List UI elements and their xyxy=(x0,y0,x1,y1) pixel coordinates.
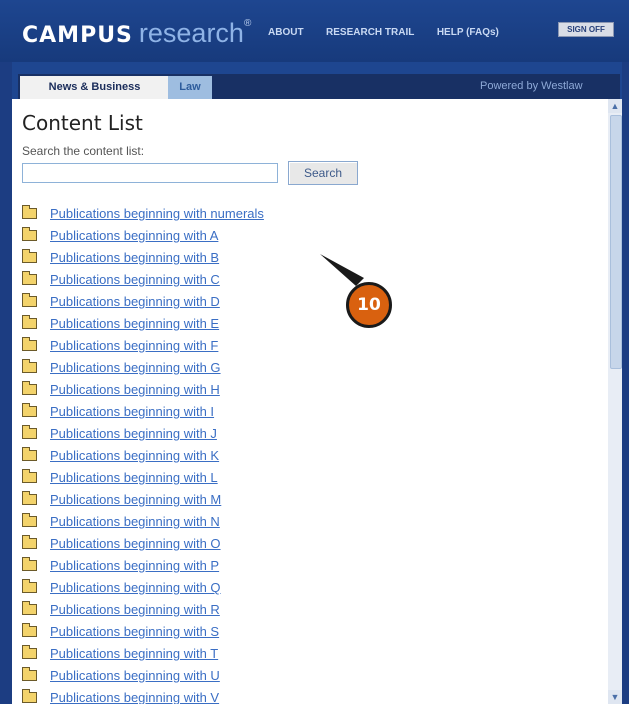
folder-icon xyxy=(22,205,37,219)
folder-icon xyxy=(22,271,37,285)
folder-icon xyxy=(22,381,37,395)
nav-research-trail[interactable]: RESEARCH TRAIL xyxy=(326,27,414,38)
scroll-down-icon[interactable]: ▼ xyxy=(608,690,622,704)
list-item[interactable]: Publications beginning with T xyxy=(22,643,264,665)
logo-brand: CAMPUS xyxy=(22,23,133,48)
list-item[interactable]: Publications beginning with J xyxy=(22,423,264,445)
right-frame-edge xyxy=(622,62,629,704)
list-item[interactable]: Publications beginning with V xyxy=(22,687,264,704)
publication-link[interactable]: Publications beginning with O xyxy=(50,536,221,551)
publication-link[interactable]: Publications beginning with U xyxy=(50,668,220,683)
list-item[interactable]: Publications beginning with B xyxy=(22,247,264,269)
folder-icon xyxy=(22,293,37,307)
list-item[interactable]: Publications beginning with P xyxy=(22,555,264,577)
logo-mark: ® xyxy=(243,18,252,29)
folder-icon xyxy=(22,447,37,461)
list-item[interactable]: Publications beginning with U xyxy=(22,665,264,687)
top-nav: ABOUT RESEARCH TRAIL HELP (FAQs) xyxy=(268,22,517,40)
list-item[interactable]: Publications beginning with M xyxy=(22,489,264,511)
content-panel: Content List Search the content list: Se… xyxy=(12,99,608,704)
site-logo[interactable]: CAMPUS research® xyxy=(22,18,251,49)
list-item[interactable]: Publications beginning with L xyxy=(22,467,264,489)
publication-link[interactable]: Publications beginning with T xyxy=(50,646,218,661)
nav-help[interactable]: HELP (FAQs) xyxy=(437,27,499,38)
publication-link[interactable]: Publications beginning with J xyxy=(50,426,217,441)
nav-about[interactable]: ABOUT xyxy=(268,27,304,38)
publication-link[interactable]: Publications beginning with D xyxy=(50,294,220,309)
list-item[interactable]: Publications beginning with S xyxy=(22,621,264,643)
folder-icon xyxy=(22,425,37,439)
folder-icon xyxy=(22,359,37,373)
publication-link[interactable]: Publications beginning with V xyxy=(50,690,219,704)
list-item[interactable]: Publications beginning with H xyxy=(22,379,264,401)
folder-icon xyxy=(22,249,37,263)
publication-list: Publications beginning with numerals Publ… xyxy=(22,203,264,704)
list-item[interactable]: Publications beginning with R xyxy=(22,599,264,621)
folder-icon xyxy=(22,601,37,615)
list-item[interactable]: Publications beginning with G xyxy=(22,357,264,379)
sign-off-button[interactable]: SIGN OFF xyxy=(558,22,614,37)
powered-by-label: Powered by Westlaw xyxy=(480,80,583,92)
folder-icon xyxy=(22,403,37,417)
folder-icon xyxy=(22,469,37,483)
publication-link[interactable]: Publications beginning with I xyxy=(50,404,214,419)
list-item[interactable]: Publications beginning with F xyxy=(22,335,264,357)
folder-icon xyxy=(22,337,37,351)
list-item[interactable]: Publications beginning with E xyxy=(22,313,264,335)
list-item[interactable]: Publications beginning with D xyxy=(22,291,264,313)
left-frame-edge xyxy=(0,62,12,704)
publication-link[interactable]: Publications beginning with C xyxy=(50,272,220,287)
publication-link[interactable]: Publications beginning with E xyxy=(50,316,219,331)
tab-bar: News & Business Law Powered by Westlaw xyxy=(0,62,629,99)
folder-icon xyxy=(22,689,37,703)
scroll-up-icon[interactable]: ▲ xyxy=(608,99,622,113)
folder-icon xyxy=(22,645,37,659)
search-input[interactable] xyxy=(22,163,278,183)
publication-link[interactable]: Publications beginning with N xyxy=(50,514,220,529)
list-item[interactable]: Publications beginning with N xyxy=(22,511,264,533)
publication-link[interactable]: Publications beginning with L xyxy=(50,470,218,485)
publication-link[interactable]: Publications beginning with M xyxy=(50,492,221,507)
folder-icon xyxy=(22,557,37,571)
publication-link[interactable]: Publications beginning with A xyxy=(50,228,218,243)
page-title: Content List xyxy=(22,111,143,135)
publication-link[interactable]: Publications beginning with B xyxy=(50,250,219,265)
folder-icon xyxy=(22,579,37,593)
list-item[interactable]: Publications beginning with O xyxy=(22,533,264,555)
publication-link[interactable]: Publications beginning with P xyxy=(50,558,219,573)
logo-suffix: research xyxy=(138,18,244,48)
list-item[interactable]: Publications beginning with A xyxy=(22,225,264,247)
folder-icon xyxy=(22,491,37,505)
publication-link[interactable]: Publications beginning with numerals xyxy=(50,206,264,221)
list-item[interactable]: Publications beginning with C xyxy=(22,269,264,291)
search-label: Search the content list: xyxy=(22,144,145,158)
publication-link[interactable]: Publications beginning with G xyxy=(50,360,221,375)
folder-icon xyxy=(22,315,37,329)
vertical-scrollbar[interactable]: ▲ ▼ xyxy=(608,99,622,704)
list-item[interactable]: Publications beginning with numerals xyxy=(22,203,264,225)
list-item[interactable]: Publications beginning with Q xyxy=(22,577,264,599)
publication-link[interactable]: Publications beginning with F xyxy=(50,338,218,353)
tab-news-business[interactable]: News & Business xyxy=(20,76,169,99)
folder-icon xyxy=(22,667,37,681)
tab-law[interactable]: Law xyxy=(168,76,212,99)
folder-icon xyxy=(22,513,37,527)
publication-link[interactable]: Publications beginning with S xyxy=(50,624,219,639)
folder-icon xyxy=(22,535,37,549)
publication-link[interactable]: Publications beginning with H xyxy=(50,382,220,397)
publication-link[interactable]: Publications beginning with Q xyxy=(50,580,221,595)
list-item[interactable]: Publications beginning with I xyxy=(22,401,264,423)
list-item[interactable]: Publications beginning with K xyxy=(22,445,264,467)
publication-link[interactable]: Publications beginning with R xyxy=(50,602,220,617)
scroll-thumb[interactable] xyxy=(610,115,622,369)
folder-icon xyxy=(22,227,37,241)
search-button[interactable]: Search xyxy=(288,161,358,185)
callout-badge: 10 xyxy=(346,282,392,328)
site-header: CAMPUS research® ABOUT RESEARCH TRAIL HEL… xyxy=(0,0,629,62)
folder-icon xyxy=(22,623,37,637)
publication-link[interactable]: Publications beginning with K xyxy=(50,448,219,463)
